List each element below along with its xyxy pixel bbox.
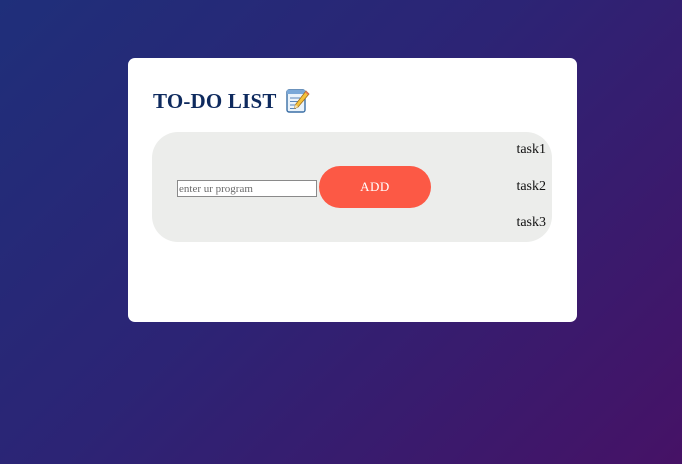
list-item[interactable]: task3 bbox=[516, 215, 546, 252]
task-list: task1 task2 task3 bbox=[516, 142, 546, 252]
page-title: TO-DO LIST bbox=[153, 88, 277, 113]
task-input[interactable] bbox=[177, 180, 317, 197]
input-panel: ADD task1 task2 task3 bbox=[152, 132, 552, 242]
title-row: TO-DO LIST bbox=[153, 88, 310, 114]
notepad-pencil-icon bbox=[284, 88, 310, 114]
list-item[interactable]: task1 bbox=[516, 142, 546, 179]
todo-card: TO-DO LIST ADD task1 task2 task3 bbox=[128, 58, 577, 322]
add-button[interactable]: ADD bbox=[319, 166, 431, 208]
list-item[interactable]: task2 bbox=[516, 179, 546, 216]
